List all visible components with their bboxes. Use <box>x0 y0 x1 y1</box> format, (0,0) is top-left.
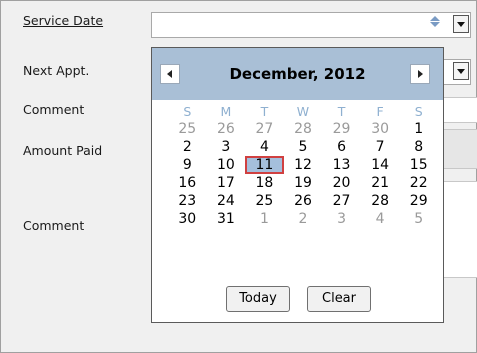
amount-paid-input[interactable] <box>441 129 477 169</box>
calendar-day[interactable]: 29 <box>322 120 361 138</box>
calendar-day[interactable]: 16 <box>168 174 207 192</box>
day-grid: 25 26 27 28 29 30 1 2 3 4 5 6 7 8 9 10 11 12 13 14 15 16 17 18 1… <box>168 120 438 228</box>
calendar-day[interactable]: 11 <box>245 156 284 174</box>
calendar-day[interactable]: 22 <box>399 174 438 192</box>
calendar-day[interactable]: 20 <box>322 174 361 192</box>
next-month-button[interactable] <box>410 64 430 84</box>
calendar-day[interactable]: 26 <box>284 192 323 210</box>
calendar-day[interactable]: 31 <box>207 210 246 228</box>
comment-label-2: Comment <box>23 218 85 233</box>
next-appt-dropdown-button[interactable] <box>453 62 469 80</box>
calendar-day[interactable]: 4 <box>245 138 284 156</box>
weekday-label: F <box>376 104 384 119</box>
calendar-day[interactable]: 10 <box>207 156 246 174</box>
weekday-label: S <box>414 104 423 119</box>
comment-textarea[interactable] <box>441 181 477 278</box>
clear-button[interactable]: Clear <box>307 286 371 312</box>
calendar-day[interactable]: 5 <box>284 138 323 156</box>
calendar-day[interactable]: 1 <box>399 120 438 138</box>
amount-paid-label: Amount Paid <box>23 143 103 158</box>
calendar-day[interactable]: 21 <box>361 174 400 192</box>
calendar-day[interactable]: 23 <box>168 192 207 210</box>
calendar-day[interactable]: 26 <box>207 120 246 138</box>
comment-input[interactable] <box>441 97 477 123</box>
calendar-day[interactable]: 25 <box>168 120 207 138</box>
calendar-day[interactable]: 7 <box>361 138 400 156</box>
calendar-day[interactable]: 30 <box>361 120 400 138</box>
service-date-dropdown-button[interactable] <box>453 15 469 33</box>
calendar-day[interactable]: 13 <box>322 156 361 174</box>
calendar-day[interactable]: 12 <box>284 156 323 174</box>
weekday-label: T <box>260 104 269 119</box>
calendar-day[interactable]: 3 <box>322 210 361 228</box>
service-date-input[interactable] <box>151 12 471 38</box>
calendar-day[interactable]: 5 <box>399 210 438 228</box>
today-button[interactable]: Today <box>226 286 290 312</box>
calendar-popup: December, 2012 SMTWTFS 25 26 27 28 29 30 1 2 3 4 5… <box>151 47 444 323</box>
calendar-day[interactable]: 18 <box>245 174 284 192</box>
service-date-spinner[interactable] <box>428 15 442 30</box>
comment-label: Comment <box>23 102 85 117</box>
calendar-day[interactable]: 29 <box>399 192 438 210</box>
calendar-day[interactable]: 27 <box>245 120 284 138</box>
spin-up-icon[interactable] <box>430 16 440 21</box>
calendar-day[interactable]: 9 <box>168 156 207 174</box>
calendar-day[interactable]: 14 <box>361 156 400 174</box>
calendar-day[interactable]: 1 <box>245 210 284 228</box>
calendar-day[interactable]: 2 <box>284 210 323 228</box>
calendar-day[interactable]: 6 <box>322 138 361 156</box>
calendar-day[interactable]: 28 <box>284 120 323 138</box>
calendar-day[interactable]: 8 <box>399 138 438 156</box>
weekday-label: T <box>337 104 346 119</box>
calendar-day[interactable]: 17 <box>207 174 246 192</box>
month-title: December, 2012 <box>229 65 366 83</box>
weekday-row: SMTWTFS <box>168 104 438 119</box>
calendar-day[interactable]: 3 <box>207 138 246 156</box>
form-window: Service Date Next Appt. Comment Amount P… <box>0 0 477 353</box>
calendar-day[interactable]: 19 <box>284 174 323 192</box>
calendar-day[interactable]: 30 <box>168 210 207 228</box>
spin-down-icon[interactable] <box>430 22 440 27</box>
calendar-day[interactable]: 2 <box>168 138 207 156</box>
calendar-day[interactable]: 27 <box>322 192 361 210</box>
calendar-day[interactable]: 4 <box>361 210 400 228</box>
next-appt-label: Next Appt. <box>23 63 90 78</box>
calendar-day[interactable]: 15 <box>399 156 438 174</box>
service-date-label[interactable]: Service Date <box>23 13 103 28</box>
weekday-label: M <box>220 104 232 119</box>
weekday-label: S <box>183 104 192 119</box>
calendar-day[interactable]: 24 <box>207 192 246 210</box>
weekday-label: W <box>296 104 310 119</box>
calendar-day[interactable]: 28 <box>361 192 400 210</box>
calendar-day[interactable]: 25 <box>245 192 284 210</box>
